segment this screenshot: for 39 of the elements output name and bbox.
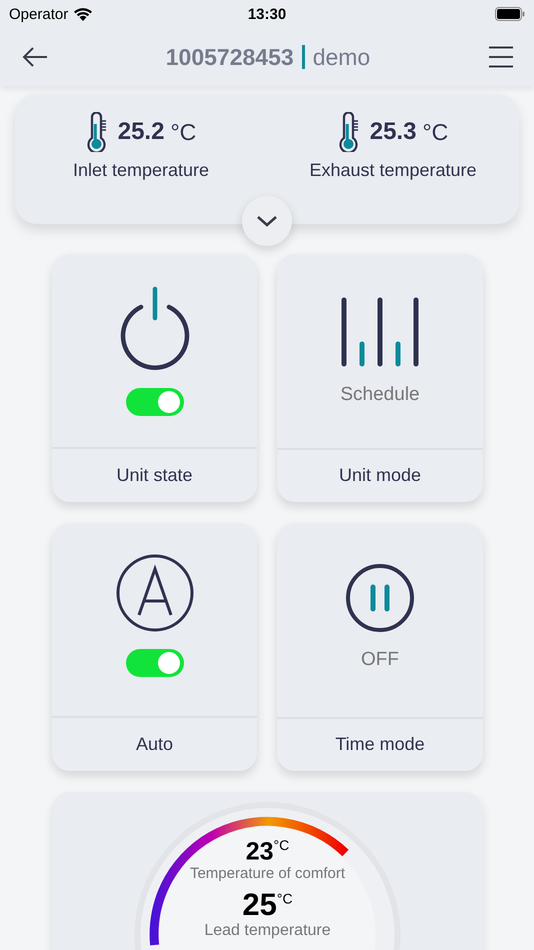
menu-button[interactable] xyxy=(486,44,516,70)
toggle-switch[interactable] xyxy=(126,388,184,416)
temperature-value: 23$^{°C}$ xyxy=(246,838,290,866)
sensor-label: Exhaust temperature xyxy=(309,160,477,181)
control-tile[interactable]: Schedule Unit mode xyxy=(277,254,483,502)
battery-icon xyxy=(495,7,525,21)
mode-status: Schedule xyxy=(340,384,420,406)
toggle-switch[interactable] xyxy=(126,649,184,677)
expand-button[interactable] xyxy=(242,196,292,246)
wifi-icon xyxy=(73,6,94,22)
device-id: 1005728453 xyxy=(166,44,294,70)
tile-label: Auto xyxy=(52,716,257,771)
back-button[interactable] xyxy=(20,45,50,69)
thermometer-icon xyxy=(338,112,360,152)
tile-label: Unit state xyxy=(52,447,257,502)
temperature-value: 25.2 xyxy=(118,118,164,146)
temperature-value: 25$^{°C}$ xyxy=(242,888,293,922)
device-name: demo xyxy=(312,44,370,70)
power-icon xyxy=(120,284,190,372)
unit-label: °C xyxy=(170,118,196,146)
control-tile[interactable]: OFF Time mode xyxy=(277,523,483,771)
unit-label: °C xyxy=(422,118,448,146)
thermometer-icon xyxy=(86,112,108,152)
sensor-label: Inlet temperature xyxy=(72,160,210,181)
clock-time: 13:30 xyxy=(246,6,288,22)
temperature-label: Temperature of comfort xyxy=(190,866,346,882)
tile-label: Unit mode xyxy=(277,448,483,502)
temperature-value: 25.3 xyxy=(370,118,416,146)
control-tile[interactable]: Auto xyxy=(52,523,257,771)
control-tile[interactable]: Unit state xyxy=(52,254,257,502)
dial-arc[interactable] xyxy=(150,816,348,946)
bars-icon xyxy=(340,296,420,368)
tile-label: Time mode xyxy=(277,716,483,771)
mode-status: OFF xyxy=(361,649,399,671)
chevron-down-icon xyxy=(256,215,278,227)
auto-mode-icon xyxy=(114,553,194,633)
pause-icon xyxy=(345,563,415,633)
temperature-label: Lead temperature xyxy=(204,922,331,940)
carrier-name: Operator xyxy=(9,6,68,22)
